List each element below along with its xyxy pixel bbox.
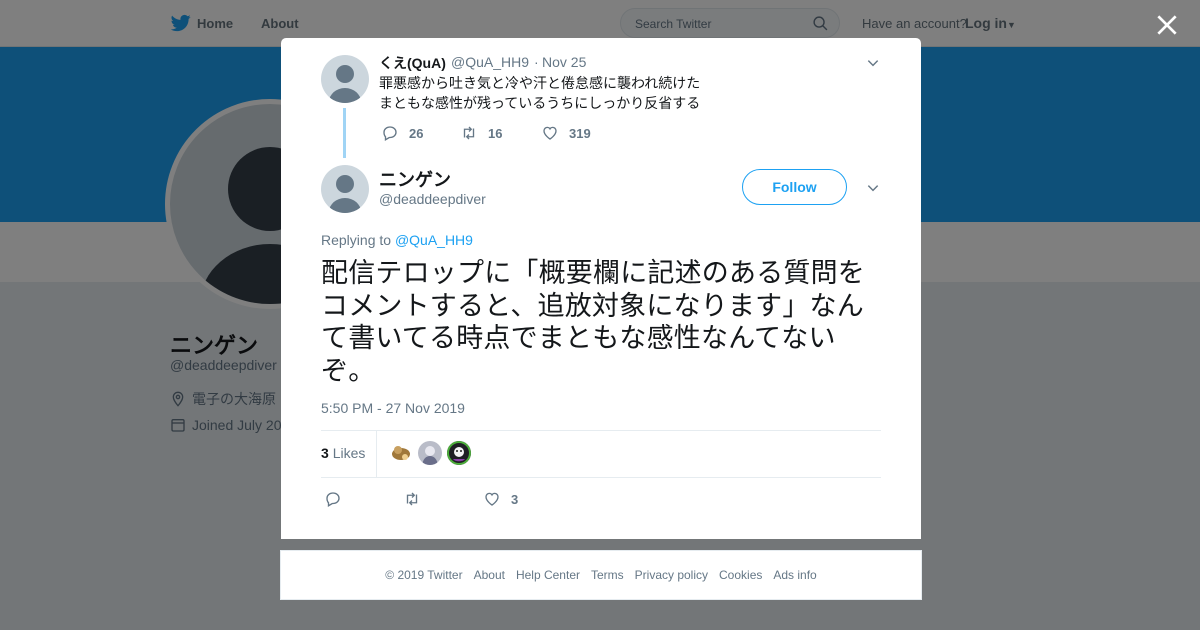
footer-link-privacy[interactable]: Privacy policy xyxy=(635,568,708,582)
retweet-icon xyxy=(463,126,475,140)
parent-date[interactable]: Nov 25 xyxy=(542,54,586,70)
divider xyxy=(321,430,881,431)
retweet-icon xyxy=(406,492,418,506)
parent-like-button[interactable]: 319 xyxy=(541,124,591,142)
reply-icon xyxy=(383,126,397,141)
footer-copyright: © 2019 Twitter xyxy=(385,568,463,582)
footer-link-help-center[interactable]: Help Center xyxy=(516,568,580,582)
heart-icon xyxy=(485,492,499,506)
parent-author-handle[interactable]: @QuA_HH9 xyxy=(451,54,529,70)
parent-like-count: 319 xyxy=(569,125,591,141)
like-button[interactable]: 3 xyxy=(483,490,518,508)
replying-prefix: Replying to xyxy=(321,232,392,248)
likes-summary[interactable]: 3 Likes xyxy=(321,445,365,461)
author-name[interactable]: ニンゲン xyxy=(379,166,451,192)
follow-button[interactable]: Follow xyxy=(742,169,847,205)
modal-footer: © 2019 Twitter About Help Center Terms P… xyxy=(280,550,922,600)
default-avatar-icon xyxy=(329,175,361,213)
likes-count: 3 xyxy=(321,445,329,461)
tweet-modal: くえ(QuA) @QuA_HH9 · Nov 25 罪悪感から吐き気と冷や汗と倦… xyxy=(281,38,921,539)
replying-to: Replying to @QuA_HH9 xyxy=(321,232,473,248)
reply-button[interactable] xyxy=(324,490,342,508)
close-icon[interactable] xyxy=(1154,12,1180,38)
likes-label: Likes xyxy=(332,445,366,461)
parent-avatar[interactable] xyxy=(321,55,369,103)
replying-to-handle[interactable]: @QuA_HH9 xyxy=(395,232,473,248)
divider xyxy=(376,431,377,477)
footer-link-cookies[interactable]: Cookies xyxy=(719,568,762,582)
parent-retweet-button[interactable]: 16 xyxy=(460,124,502,142)
reply-icon xyxy=(326,492,340,507)
liker-avatar[interactable] xyxy=(418,441,442,465)
divider xyxy=(321,477,881,478)
parent-tweet-text: 罪悪感から吐き気と冷や汗と倦怠感に襲われ続けた まともな感性が残っているうちにし… xyxy=(379,75,701,111)
parent-reply-count: 26 xyxy=(409,125,424,141)
liker-avatar-image xyxy=(392,446,410,460)
liker-avatar[interactable] xyxy=(447,441,471,465)
tweet-timestamp[interactable]: 5:50 PM - 27 Nov 2019 xyxy=(321,400,465,416)
thread-connector-line xyxy=(343,108,346,158)
footer-link-ads-info[interactable]: Ads info xyxy=(773,568,816,582)
retweet-button[interactable] xyxy=(403,490,421,508)
liker-avatar-image xyxy=(422,446,438,465)
author-handle[interactable]: @deaddeepdiver xyxy=(379,191,486,207)
parent-reply-button[interactable]: 26 xyxy=(381,124,423,142)
tweet-text: 配信テロップに「概要欄に記述のある質問をコメントすると、追放対象になります」なん… xyxy=(321,258,865,387)
footer-link-terms[interactable]: Terms xyxy=(591,568,624,582)
parent-separator: · xyxy=(534,54,539,70)
parent-retweet-count: 16 xyxy=(488,125,503,141)
author-avatar[interactable] xyxy=(321,165,369,213)
liker-avatar-image xyxy=(447,441,471,465)
chevron-down-icon[interactable] xyxy=(866,181,880,195)
footer-link-about[interactable]: About xyxy=(474,568,505,582)
like-count: 3 xyxy=(511,491,519,507)
chevron-down-icon[interactable] xyxy=(866,56,880,70)
parent-author-name[interactable]: くえ(QuA) xyxy=(379,53,446,73)
heart-icon xyxy=(543,126,557,140)
liker-avatar[interactable] xyxy=(389,441,413,465)
default-avatar-icon xyxy=(329,65,361,103)
